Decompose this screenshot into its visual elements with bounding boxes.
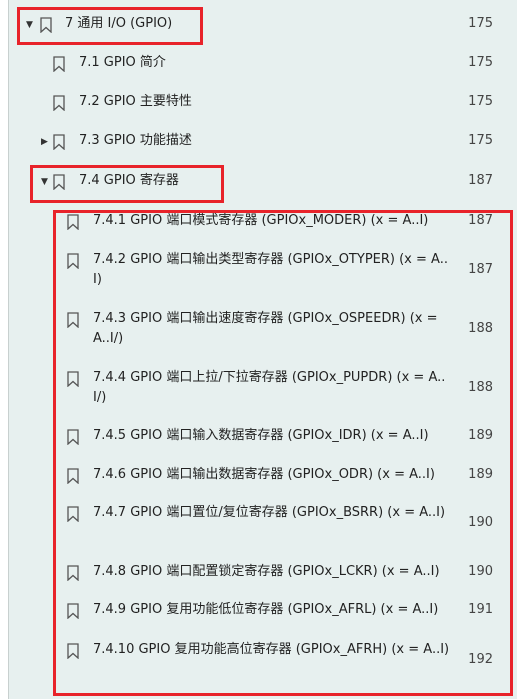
toc-item-7-4-9[interactable]: 7.4.9 GPIO 复用功能低位寄存器 (GPIOx_AFRL) (x = A… — [9, 600, 517, 620]
bookmark-icon — [53, 56, 65, 72]
page-number: 191 — [468, 602, 493, 617]
toc-item-7-4-5[interactable]: 7.4.5 GPIO 端口输入数据寄存器 (GPIOx_IDR) (x = A.… — [9, 426, 517, 446]
toc-item-7-4-1[interactable]: 7.4.1 GPIO 端口模式寄存器 (GPIOx_MODER) (x = A.… — [9, 211, 517, 231]
bookmarks-panel: ▼ 7 通用 I/O (GPIO) 175 7.1 GPIO 简介 175 7.… — [8, 0, 517, 699]
toc-item-label: 7.4.5 GPIO 端口输入数据寄存器 (GPIOx_IDR) (x = A.… — [93, 428, 429, 443]
chevron-down-icon[interactable]: ▼ — [41, 174, 51, 190]
toc-item-label: 7.4.4 GPIO 端口上拉/下拉寄存器 (GPIOx_PUPDR) (x =… — [93, 370, 446, 405]
toc-item-label: 7.4.6 GPIO 端口输出数据寄存器 (GPIOx_ODR) (x = A.… — [93, 467, 435, 482]
page-number: 189 — [468, 467, 493, 482]
toc-item-label: 7.3 GPIO 功能描述 — [79, 133, 192, 148]
bookmark-icon — [40, 17, 52, 33]
bookmark-icon — [67, 312, 79, 328]
toc-item-label: 7.4 GPIO 寄存器 — [79, 173, 179, 188]
toc-item-label: 7.4.3 GPIO 端口输出速度寄存器 (GPIOx_OSPEEDR) (x … — [93, 311, 438, 346]
toc-item-label: 7.4.7 GPIO 端口置位/复位寄存器 (GPIOx_BSRR) (x = … — [93, 505, 446, 520]
toc-item-7-1[interactable]: 7.1 GPIO 简介 175 — [9, 53, 517, 75]
page-number: 192 — [468, 652, 493, 667]
toc-item-label: 7.2 GPIO 主要特性 — [79, 94, 192, 109]
page-number: 187 — [468, 173, 493, 188]
bookmark-icon — [53, 95, 65, 111]
page-number: 175 — [468, 16, 493, 31]
bookmark-icon — [67, 565, 79, 581]
toc-item-7-4[interactable]: ▼ 7.4 GPIO 寄存器 187 — [9, 171, 517, 193]
bookmark-icon — [67, 253, 79, 269]
bookmark-icon — [67, 643, 79, 659]
toc-item-7-4-4[interactable]: 7.4.4 GPIO 端口上拉/下拉寄存器 (GPIOx_PUPDR) (x =… — [9, 368, 517, 408]
bookmark-icon — [67, 506, 79, 522]
toc-item-7-4-6[interactable]: 7.4.6 GPIO 端口输出数据寄存器 (GPIOx_ODR) (x = A.… — [9, 465, 517, 485]
bookmark-icon — [67, 429, 79, 445]
page-number: 187 — [468, 262, 493, 277]
page-number: 190 — [468, 515, 493, 530]
bookmark-icon — [53, 134, 65, 150]
bookmark-icon — [53, 174, 65, 190]
toc-item-7-3[interactable]: ▶ 7.3 GPIO 功能描述 175 — [9, 131, 517, 153]
toc-item-label: 7 通用 I/O (GPIO) — [65, 16, 173, 31]
page-number: 189 — [468, 428, 493, 443]
page-number: 175 — [468, 55, 493, 70]
toc-item-label: 7.4.8 GPIO 端口配置锁定寄存器 (GPIOx_LCKR) (x = A… — [93, 564, 440, 579]
toc-item-7-4-2[interactable]: 7.4.2 GPIO 端口输出类型寄存器 (GPIOx_OTYPER) (x =… — [9, 250, 517, 290]
toc-item-7-4-3[interactable]: 7.4.3 GPIO 端口输出速度寄存器 (GPIOx_OSPEEDR) (x … — [9, 309, 517, 349]
page-number: 175 — [468, 133, 493, 148]
toc-item-label: 7.4.2 GPIO 端口输出类型寄存器 (GPIOx_OTYPER) (x =… — [93, 252, 448, 287]
toc-item-label: 7.4.10 GPIO 复用功能高位寄存器 (GPIOx_AFRH) (x = … — [93, 642, 450, 657]
toc-item-label: 7.4.9 GPIO 复用功能低位寄存器 (GPIOx_AFRL) (x = A… — [93, 602, 439, 617]
toc-item-7-4-10[interactable]: 7.4.10 GPIO 复用功能高位寄存器 (GPIOx_AFRH) (x = … — [9, 640, 517, 680]
bookmark-icon — [67, 214, 79, 230]
page-number: 190 — [468, 564, 493, 579]
toc-item-label: 7.1 GPIO 简介 — [79, 55, 166, 70]
toc-item-7[interactable]: ▼ 7 通用 I/O (GPIO) 175 — [9, 14, 517, 36]
toc-item-7-4-7[interactable]: 7.4.7 GPIO 端口置位/复位寄存器 (GPIOx_BSRR) (x = … — [9, 503, 517, 543]
bookmark-icon — [67, 371, 79, 387]
bookmark-icon — [67, 603, 79, 619]
page-number: 188 — [468, 380, 493, 395]
page-number: 187 — [468, 213, 493, 228]
toc-item-label: 7.4.1 GPIO 端口模式寄存器 (GPIOx_MODER) (x = A.… — [93, 213, 429, 228]
toc-item-7-4-8[interactable]: 7.4.8 GPIO 端口配置锁定寄存器 (GPIOx_LCKR) (x = A… — [9, 562, 517, 582]
bookmark-icon — [67, 468, 79, 484]
toc-item-7-2[interactable]: 7.2 GPIO 主要特性 175 — [9, 92, 517, 114]
page-number: 175 — [468, 94, 493, 109]
chevron-right-icon[interactable]: ▶ — [41, 134, 51, 150]
page-number: 188 — [468, 321, 493, 336]
chevron-down-icon[interactable]: ▼ — [26, 17, 36, 33]
